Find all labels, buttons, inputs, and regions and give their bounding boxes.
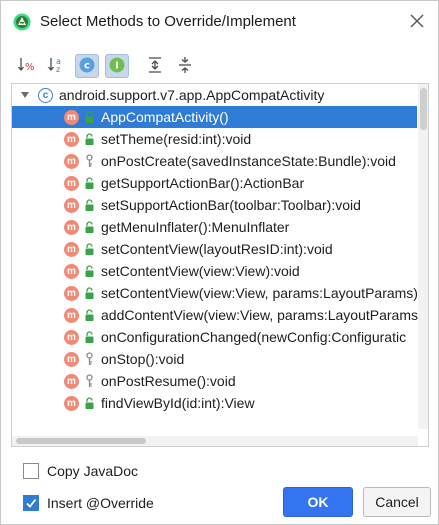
method-row[interactable]: m findViewById(id:int):View bbox=[12, 392, 428, 414]
method-label: onPostCreate(savedInstanceState:Bundle):… bbox=[101, 153, 396, 169]
copy-javadoc-option[interactable]: Copy JavaDoc bbox=[23, 460, 138, 482]
public-lock-icon bbox=[83, 176, 95, 190]
protected-key-icon bbox=[83, 154, 95, 168]
insert-override-checkbox[interactable] bbox=[23, 495, 39, 511]
public-lock-icon bbox=[83, 110, 95, 124]
method-icon: m bbox=[64, 197, 79, 213]
cancel-button[interactable]: Cancel bbox=[363, 487, 431, 517]
show-classes-icon: c bbox=[78, 56, 96, 77]
method-label: onStop():void bbox=[101, 351, 185, 367]
method-label: AppCompatActivity() bbox=[101, 109, 229, 125]
method-icon: m bbox=[64, 395, 79, 411]
sort-alphabetically-icon: a z bbox=[47, 55, 67, 78]
tree-root-row[interactable]: c android.support.v7.app.AppCompatActivi… bbox=[12, 84, 428, 106]
method-row[interactable]: m addContentView(view:View, params:Layout… bbox=[12, 304, 428, 326]
method-row[interactable]: m setTheme(resid:int):void bbox=[12, 128, 428, 150]
android-studio-icon bbox=[13, 13, 31, 31]
public-lock-icon bbox=[83, 396, 95, 410]
method-label: findViewById(id:int):View bbox=[101, 395, 255, 411]
method-label: setContentView(view:View, params:LayoutP… bbox=[101, 285, 418, 301]
checkmark-icon bbox=[26, 498, 37, 508]
public-lock-icon bbox=[83, 198, 95, 212]
horizontal-scrollbar[interactable] bbox=[12, 436, 418, 446]
horizontal-scroll-thumb[interactable] bbox=[16, 438, 146, 444]
method-row[interactable]: m getMenuInflater():MenuInflater bbox=[12, 216, 428, 238]
method-icon: m bbox=[64, 373, 79, 389]
class-icon: c bbox=[38, 87, 53, 103]
method-label: getSupportActionBar():ActionBar bbox=[101, 175, 305, 191]
insert-override-label: Insert @Override bbox=[47, 495, 154, 511]
override-methods-dialog: Select Methods to Override/Implement % a… bbox=[0, 0, 439, 525]
method-row[interactable]: m setSupportActionBar(toolbar:Toolbar):vo… bbox=[12, 194, 428, 216]
method-label: onConfigurationChanged(newConfig:Configu… bbox=[101, 329, 407, 345]
method-row[interactable]: m onStop():void bbox=[12, 348, 428, 370]
method-icon: m bbox=[64, 153, 79, 169]
method-row[interactable]: m setContentView(view:View):void bbox=[12, 260, 428, 282]
method-icon: m bbox=[64, 241, 79, 257]
method-row[interactable]: m setContentView(layoutResID:int):void bbox=[12, 238, 428, 260]
sort-by-visibility-button[interactable]: % bbox=[15, 54, 39, 78]
svg-text:c: c bbox=[84, 60, 90, 71]
root-class-label: android.support.v7.app.AppCompatActivity bbox=[59, 87, 325, 103]
close-button[interactable] bbox=[402, 7, 432, 37]
dialog-title: Select Methods to Override/Implement bbox=[40, 13, 296, 30]
method-label: onPostResume():void bbox=[101, 373, 236, 389]
public-lock-icon bbox=[83, 308, 95, 322]
method-row[interactable]: m onPostCreate(savedInstanceState:Bundle)… bbox=[12, 150, 428, 172]
svg-text:%: % bbox=[25, 62, 35, 73]
public-lock-icon bbox=[83, 220, 95, 234]
method-icon: m bbox=[64, 263, 79, 279]
collapse-all-button[interactable] bbox=[173, 54, 197, 78]
expand-all-button[interactable] bbox=[143, 54, 167, 78]
method-row[interactable]: m setContentView(view:View, params:Layout… bbox=[12, 282, 428, 304]
expand-arrow-icon[interactable] bbox=[20, 90, 30, 100]
vertical-scroll-thumb[interactable] bbox=[420, 88, 427, 130]
collapse-all-icon bbox=[175, 55, 195, 78]
method-label: addContentView(view:View, params:LayoutP… bbox=[101, 307, 418, 323]
expand-all-icon bbox=[145, 55, 165, 78]
method-row[interactable]: m getSupportActionBar():ActionBar bbox=[12, 172, 428, 194]
svg-text:z: z bbox=[56, 65, 60, 74]
svg-text:I: I bbox=[115, 60, 119, 71]
method-row[interactable]: m onConfigurationChanged(newConfig:Config… bbox=[12, 326, 428, 348]
public-lock-icon bbox=[83, 132, 95, 146]
close-icon bbox=[410, 14, 424, 31]
protected-key-icon bbox=[83, 374, 95, 388]
insert-override-option[interactable]: Insert @Override bbox=[23, 492, 154, 514]
show-interfaces-icon: I bbox=[108, 56, 126, 77]
method-icon: m bbox=[64, 307, 79, 323]
ok-button[interactable]: OK bbox=[283, 487, 353, 517]
method-icon: m bbox=[64, 131, 79, 147]
sort-by-visibility-icon: % bbox=[17, 55, 37, 78]
public-lock-icon bbox=[83, 286, 95, 300]
show-interfaces-button[interactable]: I bbox=[105, 54, 129, 78]
method-row[interactable]: m onPostResume():void bbox=[12, 370, 428, 392]
method-icon: m bbox=[64, 109, 79, 125]
method-icon: m bbox=[64, 329, 79, 345]
method-label: setContentView(layoutResID:int):void bbox=[101, 241, 333, 257]
title-bar: Select Methods to Override/Implement bbox=[1, 1, 438, 43]
toolbar: % a z c I bbox=[11, 51, 431, 81]
method-icon: m bbox=[64, 175, 79, 191]
method-label: setSupportActionBar(toolbar:Toolbar):voi… bbox=[101, 197, 361, 213]
method-label: getMenuInflater():MenuInflater bbox=[101, 219, 290, 235]
methods-tree[interactable]: c android.support.v7.app.AppCompatActivi… bbox=[11, 83, 429, 447]
public-lock-icon bbox=[83, 242, 95, 256]
method-label: setContentView(view:View):void bbox=[101, 263, 300, 279]
public-lock-icon bbox=[83, 264, 95, 278]
show-classes-button[interactable]: c bbox=[75, 54, 99, 78]
method-icon: m bbox=[64, 219, 79, 235]
protected-key-icon bbox=[83, 352, 95, 366]
copy-javadoc-label: Copy JavaDoc bbox=[47, 463, 139, 479]
vertical-scrollbar[interactable] bbox=[418, 84, 428, 429]
method-icon: m bbox=[64, 285, 79, 301]
method-row[interactable]: m AppCompatActivity() bbox=[12, 106, 417, 128]
method-icon: m bbox=[64, 351, 79, 367]
copy-javadoc-checkbox[interactable] bbox=[23, 463, 39, 479]
method-label: setTheme(resid:int):void bbox=[101, 131, 252, 147]
public-lock-icon bbox=[83, 330, 95, 344]
sort-alphabetically-button[interactable]: a z bbox=[45, 54, 69, 78]
